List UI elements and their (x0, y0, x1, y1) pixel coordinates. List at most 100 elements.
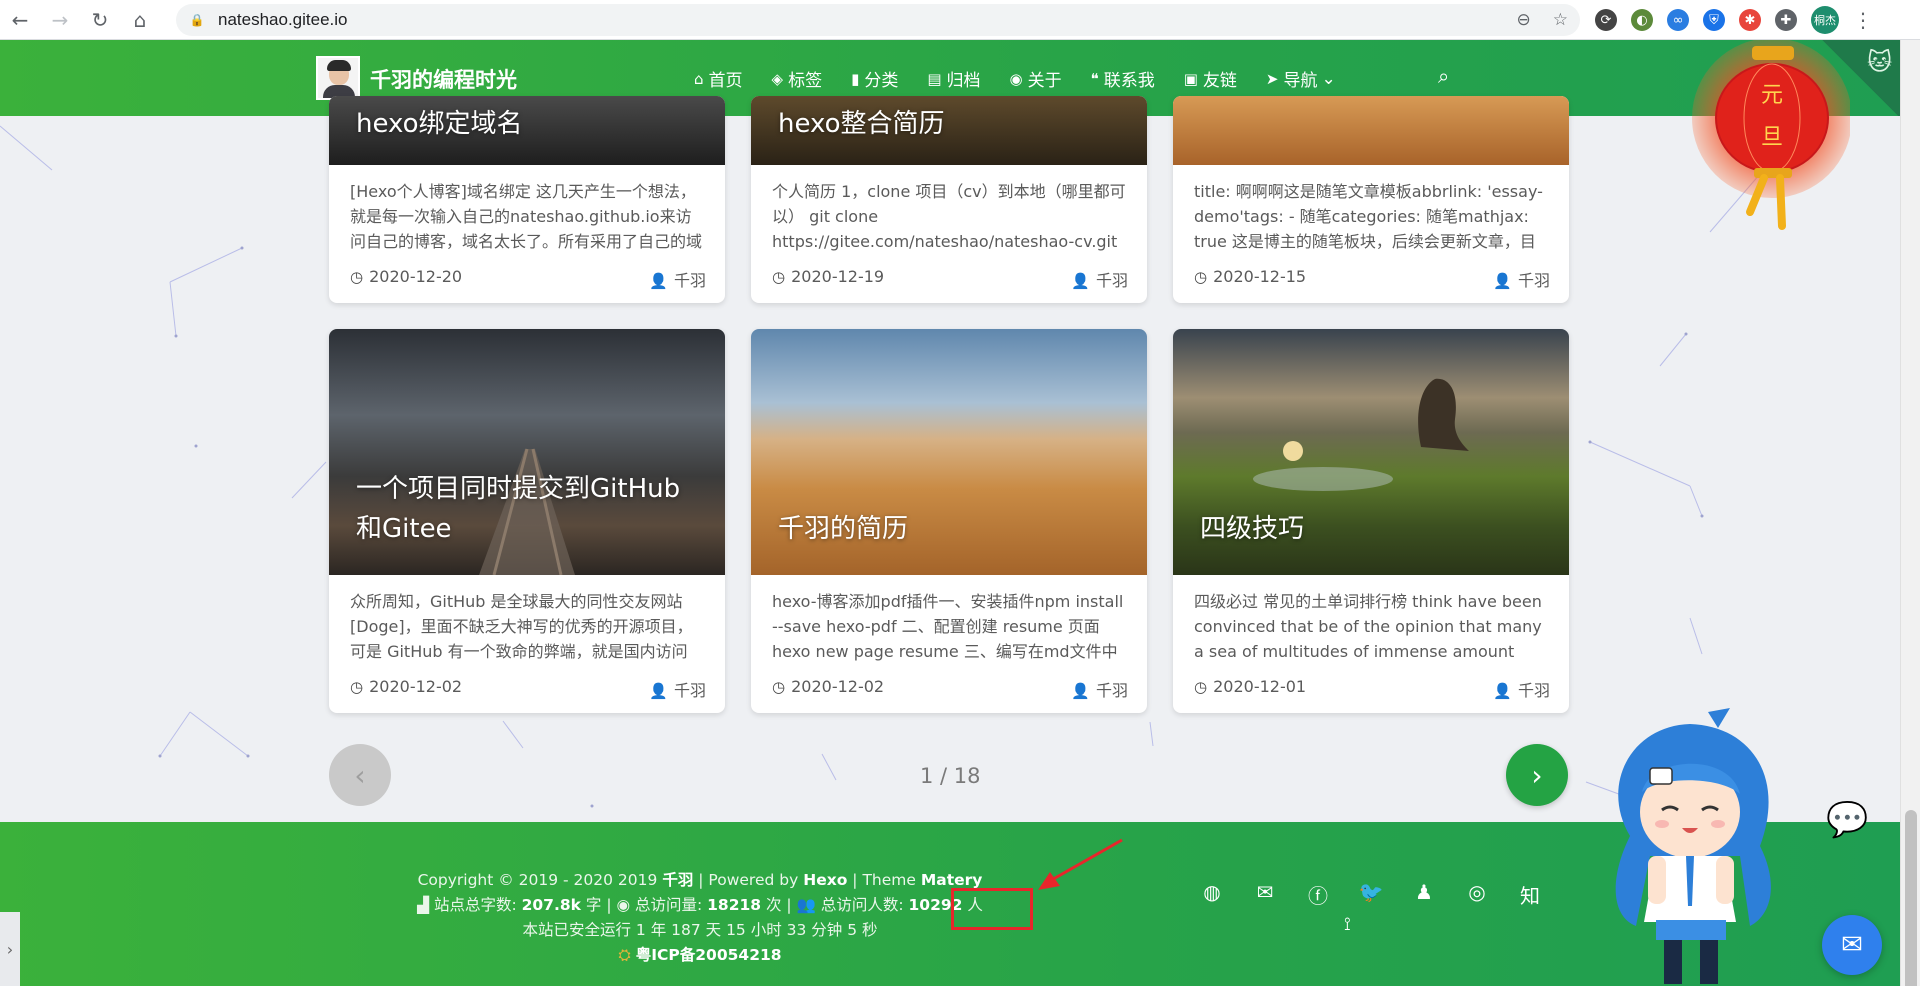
post-thumbnail[interactable]: hexo绑定域名 (329, 96, 725, 165)
post-card[interactable]: 四级技巧 四级必过 常见的土单词排行榜 think have been conv… (1173, 329, 1569, 713)
github-corner[interactable]: 🐱 (1820, 40, 1900, 116)
url-text[interactable]: nateshao.gitee.io (218, 10, 348, 30)
owner-link[interactable]: 千羽 (662, 871, 693, 889)
comments-icon[interactable]: 💬 (1826, 800, 1868, 840)
post-author[interactable]: 千羽 (1096, 681, 1128, 700)
github-cat-icon: 🐱 (1866, 48, 1892, 76)
nav-item-1[interactable]: ◈ 标签 (771, 66, 823, 92)
post-thumbnail[interactable]: 千羽的简历 (751, 329, 1147, 575)
rss-icon[interactable]: ⟟ (1344, 914, 1351, 935)
browser-menu-icon[interactable]: ⋮ (1853, 8, 1873, 32)
post-title[interactable]: hexo绑定域名 (356, 104, 706, 144)
user-icon: 👤 (1493, 272, 1512, 290)
post-thumbnail[interactable] (1173, 96, 1569, 165)
post-title[interactable]: 一个项目同时提交到GitHub和Gitee (356, 469, 706, 549)
wordcount-label: 站点总字数: (433, 896, 517, 914)
chevron-right-icon: › (6, 939, 14, 959)
reload-icon[interactable]: ↻ (80, 0, 120, 40)
highlight-box (951, 888, 1033, 930)
uptime-line: 本站已安全运行 1 年 187 天 15 小时 33 分钟 5 秒 (522, 921, 878, 939)
back-icon[interactable]: ← (0, 0, 40, 40)
post-title[interactable]: 四级技巧 (1200, 509, 1550, 549)
post-title[interactable]: hexo整合简历 (778, 104, 1128, 144)
twitter-icon[interactable]: 🐦 (1357, 880, 1385, 909)
site-logo-avatar[interactable] (316, 56, 360, 100)
extensions-puzzle-icon[interactable]: ✚ (1775, 9, 1797, 31)
forward-icon[interactable]: → (40, 0, 80, 40)
post-meta: ◷ 2020-12-20 👤 千羽 (350, 267, 706, 291)
nav-item-label: 首页 (708, 71, 743, 91)
police-badge-icon: ⛭ (618, 946, 631, 964)
star-icon[interactable]: ☆ (1553, 10, 1568, 30)
nav-item-2[interactable]: ▮ 分类 (851, 66, 898, 92)
post-date: 2020-12-01 (1213, 677, 1307, 696)
site-title[interactable]: 千羽的编程时光 (370, 64, 517, 94)
post-card[interactable]: title: 啊啊啊这是随笔文章模板abbrlink: 'essay-demo'… (1173, 96, 1569, 303)
facebook-icon[interactable]: ⓕ (1304, 880, 1332, 909)
nav-item-7[interactable]: ➤ 导航 ⌄ (1266, 66, 1336, 92)
mail-icon[interactable]: ✉ (1251, 880, 1279, 909)
clock-icon: ◷ (1194, 268, 1208, 286)
chat-button[interactable]: ✉ (1822, 915, 1882, 975)
extension-infinity-icon[interactable]: ∞ (1667, 9, 1689, 31)
prev-page-button[interactable]: ‹ (329, 744, 391, 806)
post-author[interactable]: 千羽 (1518, 271, 1550, 290)
post-author[interactable]: 千羽 (674, 681, 706, 700)
page-scrollbar[interactable] (1900, 40, 1920, 986)
sidebar-toggle[interactable]: › (0, 912, 20, 986)
zhihu-icon[interactable]: 知 (1516, 880, 1544, 909)
clock-icon: ◷ (350, 268, 364, 286)
mascot-live2d[interactable] (1590, 706, 1790, 986)
icp-link[interactable]: 粤ICP备20054218 (636, 946, 782, 964)
comments-icon: ❝ (1090, 69, 1099, 88)
theme-text: | Theme (852, 871, 916, 889)
post-author[interactable]: 千羽 (1518, 681, 1550, 700)
user-icon: 👤 (1493, 682, 1512, 700)
nav-item-4[interactable]: ◉ 关于 (1010, 66, 1062, 92)
nav-item-6[interactable]: ▣ 友链 (1184, 66, 1237, 92)
views-value: 18218 (707, 896, 762, 914)
search-icon[interactable]: ⌕ (1438, 64, 1449, 88)
extension-sync-icon[interactable]: ⟳ (1595, 9, 1617, 31)
theme-link[interactable]: Matery (921, 871, 983, 889)
bookmark-icon: ▮ (851, 69, 860, 88)
nav-item-label: 标签 (788, 71, 823, 91)
profile-avatar[interactable]: 桐杰 (1811, 6, 1839, 34)
tag-icon: ◈ (771, 69, 784, 88)
post-card[interactable]: 一个项目同时提交到GitHub和Gitee 众所周知，GitHub 是全球最大的… (329, 329, 725, 713)
nav-item-0[interactable]: ⌂ 首页 (694, 66, 743, 92)
post-summary: 个人简历 1，clone 项目（cv）到本地（哪里都可以） git clone … (772, 182, 1126, 251)
post-card[interactable]: hexo绑定域名 [Hexo个人博客]域名绑定 这几天产生一个想法，就是每一次输… (329, 96, 725, 303)
extension-star-icon[interactable]: ✱ (1739, 9, 1761, 31)
weibo-icon[interactable]: ◎ (1463, 880, 1491, 909)
post-summary: 众所周知，GitHub 是全球最大的同性交友网站[Doge]，里面不缺乏大神写的… (350, 592, 693, 661)
post-date: 2020-12-20 (369, 267, 463, 286)
post-card[interactable]: hexo整合简历 个人简历 1，clone 项目（cv）到本地（哪里都可以） g… (751, 96, 1147, 303)
post-title[interactable]: 千羽的简历 (778, 509, 1128, 549)
nav-item-3[interactable]: ▤ 归档 (927, 66, 980, 92)
post-card[interactable]: 千羽的简历 hexo-博客添加pdf插件一、安装插件npm install --… (751, 329, 1147, 713)
chart-area-icon: ▟ (417, 896, 429, 914)
hexo-link[interactable]: Hexo (803, 871, 847, 889)
post-thumbnail[interactable]: hexo整合简历 (751, 96, 1147, 165)
post-author[interactable]: 千羽 (674, 271, 706, 290)
qq-icon[interactable]: ♟ (1410, 880, 1438, 909)
main-menu: ⌂ 首页 ◈ 标签 ▮ 分类 ▤ 归档 ◉ 关于 ❝ 联系我 ▣ 友链 ➤ 导航 ⌄ (694, 66, 1365, 92)
scrollbar-thumb[interactable] (1905, 810, 1917, 986)
extension-shield-icon[interactable]: ⛨ (1703, 9, 1725, 31)
post-thumbnail[interactable]: 一个项目同时提交到GitHub和Gitee (329, 329, 725, 575)
post-thumbnail[interactable]: 四级技巧 (1173, 329, 1569, 575)
clock-icon: ◷ (772, 678, 786, 696)
footer-info: Copyright © 2019 - 2020 2019 千羽 | Powere… (0, 868, 1400, 968)
nav-item-5[interactable]: ❝ 联系我 (1090, 66, 1155, 92)
lock-icon: 🔒 (189, 13, 205, 27)
zoom-icon[interactable]: ⊖ (1517, 10, 1531, 30)
next-page-button[interactable]: › (1506, 744, 1568, 806)
extension-globe-icon[interactable]: ◐ (1631, 9, 1653, 31)
home-icon[interactable]: ⌂ (120, 0, 160, 40)
address-bar[interactable]: 🔒 nateshao.gitee.io ⊖ ☆ (176, 4, 1580, 36)
post-date: 2020-12-19 (791, 267, 885, 286)
github-icon[interactable]: ◍ (1198, 880, 1226, 909)
wordcount-value: 207.8k (521, 896, 581, 914)
post-author[interactable]: 千羽 (1096, 271, 1128, 290)
